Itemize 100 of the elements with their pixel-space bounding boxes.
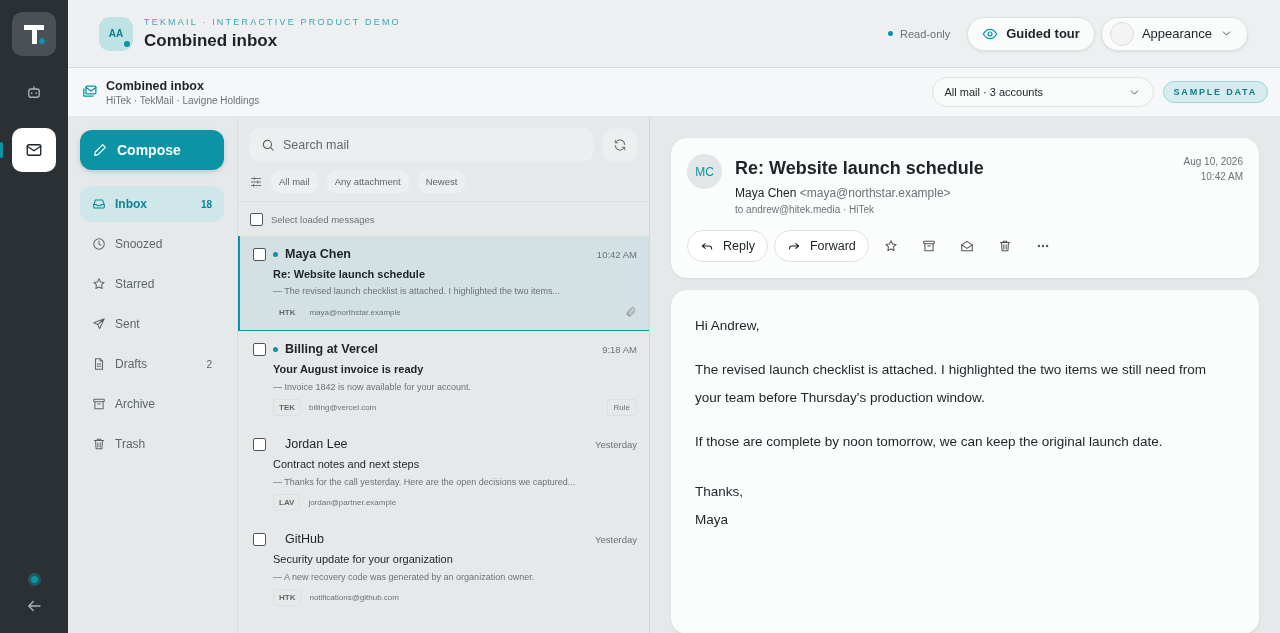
sender-address: notifications@github.com [309, 593, 399, 603]
account-tag: HTK [273, 589, 302, 607]
reply-button[interactable]: Reply [687, 230, 768, 262]
read-only-status: Read-only [900, 27, 951, 40]
page-title: Combined inbox [144, 30, 279, 51]
folder-item[interactable]: Drafts 2 [80, 346, 224, 382]
app-logo[interactable] [12, 12, 56, 56]
avatar-initials: AA [108, 28, 124, 39]
sender-address: billing@vercel.com [309, 403, 377, 413]
send-icon [92, 317, 106, 331]
sender-name: Maya Chen [285, 247, 352, 262]
filter-chip[interactable]: Newest [416, 170, 467, 193]
select-all-label: Select loaded messages [271, 213, 375, 225]
message-checkbox[interactable] [253, 248, 266, 261]
sender-name: Billing at Vercel [285, 342, 380, 358]
folder-label: Drafts [115, 357, 148, 371]
forward-button[interactable]: Forward [773, 230, 869, 262]
message-row[interactable]: GitHub Yesterday Security update for your organization — A new recovery code was generated by an organization owner. HTK notifications@github.com [238, 521, 649, 616]
message-preview: — Invoice 1842 is now available for your account. [273, 381, 473, 393]
refresh-button[interactable] [603, 128, 637, 162]
rule-tag: Rule [606, 399, 637, 417]
account-tag: TEK [273, 399, 301, 417]
appearance-button[interactable]: Appearance [1100, 16, 1248, 51]
inbox-title: Combined inbox [106, 78, 205, 93]
sender-line: Maya Chen <maya@northstar.example> [735, 186, 952, 200]
search-field[interactable]: Search mail [249, 128, 594, 162]
message-date: Aug 10, 2026 [1183, 155, 1243, 169]
envelope-icon [959, 239, 974, 253]
avatar-status-dot [124, 40, 130, 47]
sender-name: GitHub [285, 532, 325, 548]
message-subject: Re: Website launch schedule [273, 268, 426, 281]
signoff-line: Thanks, [695, 483, 745, 501]
folder-label: Trash [115, 437, 147, 451]
folder-label: Sent [115, 317, 141, 331]
select-all-checkbox[interactable] [250, 212, 263, 226]
message-time: 10:42 AM [596, 249, 637, 260]
message-row[interactable]: Maya Chen 10:42 AM Re: Website launch schedule — The revised launch checklist is attached. I highlighted the two items... HTK maya@northstar.example [238, 236, 649, 331]
folder-count: 18 [200, 198, 212, 210]
message-checkbox[interactable] [253, 438, 266, 452]
folder-item[interactable]: Starred [80, 266, 224, 302]
recipient-line: to andrew@hitek.media · HiTek [735, 204, 876, 215]
body-paragraph: If those are complete by noon tomorrow, we can keep the original launch date. [695, 433, 1164, 451]
document-icon [92, 357, 106, 371]
sender-address: jordan@partner.example [308, 498, 397, 508]
message-time: Yesterday [595, 439, 637, 451]
trash-icon [92, 437, 106, 451]
account-tag: LAV [273, 494, 301, 512]
sender-avatar: MC [687, 154, 722, 189]
message-preview: — A new recovery code was generated by an organization owner. [273, 571, 536, 583]
theme-swatch-icon [1109, 21, 1134, 46]
robot-icon [25, 83, 43, 101]
archive-icon [92, 397, 106, 411]
account-list: HiTek · TekMail · Lavigne Holdings [106, 94, 260, 106]
refresh-icon [613, 138, 627, 152]
message-preview: — The revised launch checklist is attached. I highlighted the two items... [273, 286, 561, 297]
filter-chip[interactable]: All mail [270, 170, 319, 193]
clock-icon [92, 237, 106, 251]
guided-tour-button[interactable]: Guided tour [967, 16, 1095, 51]
folder-item[interactable]: Sent [80, 306, 224, 342]
folder-item[interactable]: Archive [80, 386, 224, 422]
message-row[interactable]: Jordan Lee Yesterday Contract notes and next steps — Thanks for the call yesterday. Here are the open decisions we captured... LAV jordan@partner.example [238, 426, 649, 521]
filter-icon [249, 174, 263, 189]
body-paragraph: The revised launch checklist is attached. I highlighted the two items we still need from your team before Thursday's production window. [695, 361, 1207, 407]
sender-address: maya@northstar.example [309, 307, 401, 317]
message-subject-heading: Re: Website launch schedule [735, 158, 985, 179]
folder-label: Inbox [115, 197, 148, 211]
star-icon [883, 239, 898, 253]
sample-data-badge: SAMPLE DATA [1162, 81, 1268, 103]
search-icon [261, 138, 275, 152]
pencil-icon [92, 142, 108, 158]
mail-icon [25, 141, 43, 159]
message-checkbox[interactable] [253, 343, 266, 357]
message-time: 9:18 AM [602, 344, 637, 356]
filter-chip[interactable]: Any attachment [325, 170, 410, 193]
folder-item[interactable]: Inbox 18 [80, 186, 224, 222]
status-dot [888, 31, 894, 36]
message-time: 10:42 AM [1199, 170, 1243, 184]
message-checkbox[interactable] [253, 533, 266, 547]
unread-dot [273, 252, 278, 257]
compose-button[interactable]: Compose [80, 130, 224, 170]
account-scope-select[interactable]: All mail · 3 accounts [931, 77, 1154, 107]
message-subject: Your August invoice is ready [273, 363, 425, 377]
account-tag: HTK [273, 303, 302, 321]
message-subject: Security update for your organization [273, 553, 454, 567]
folder-item[interactable]: Trash [80, 426, 224, 462]
signoff-line: Maya [695, 511, 729, 529]
message-row[interactable]: Billing at Vercel 9:18 AM Your August invoice is ready — Invoice 1842 is now available for your account. TEK billing@vercel.com Rule [238, 331, 649, 426]
folder-label: Archive [115, 397, 156, 411]
message-preview: — Thanks for the call yesterday. Here are the open decisions we captured... [273, 476, 577, 488]
sender-name: Jordan Lee [285, 437, 349, 453]
unread-dot [273, 347, 278, 353]
trash-icon [997, 239, 1012, 253]
star-icon [92, 277, 106, 291]
folder-label: Snoozed [115, 237, 164, 251]
archive-icon [921, 239, 936, 253]
folder-label: Starred [115, 277, 156, 291]
inbox-icon [92, 197, 106, 211]
app-eyebrow: TEKMAIL · INTERACTIVE PRODUCT DEMO [144, 16, 401, 27]
folder-count: 2 [206, 358, 212, 370]
folder-item[interactable]: Snoozed [80, 226, 224, 262]
